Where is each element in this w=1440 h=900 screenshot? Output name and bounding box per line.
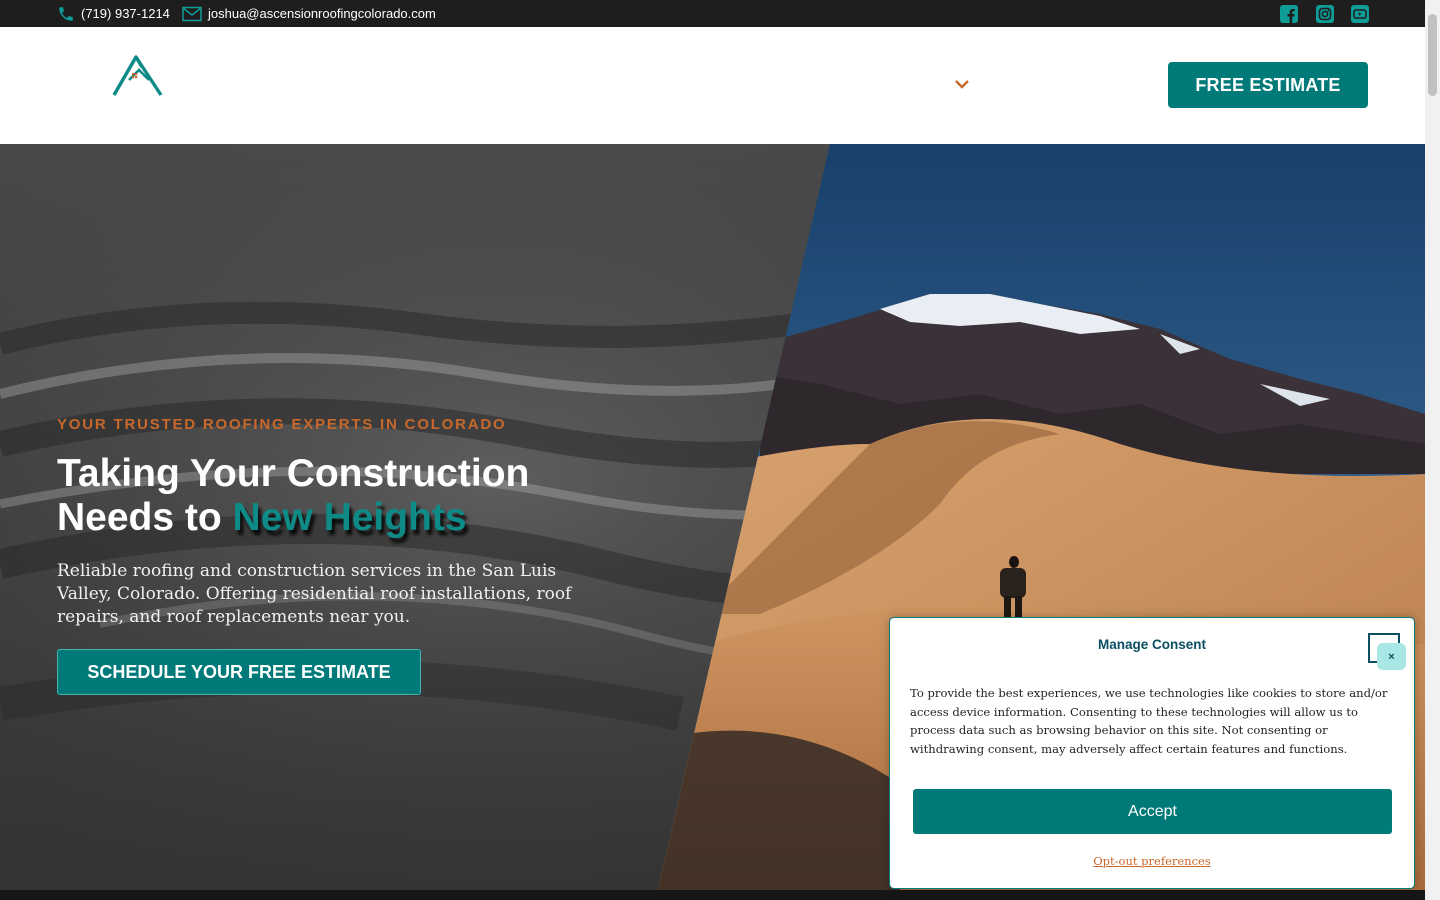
chevron-down-icon[interactable] xyxy=(953,77,971,91)
headline-line-2: Needs to xyxy=(57,496,233,539)
accept-button[interactable]: Accept xyxy=(913,789,1392,834)
page-bottom-strip xyxy=(0,890,1425,900)
hero-headline: Taking Your Construction Needs to New He… xyxy=(57,452,657,540)
email-address: joshua@ascensionroofingcolorado.com xyxy=(208,6,436,21)
instagram-icon[interactable] xyxy=(1315,4,1334,23)
close-icon[interactable]: × xyxy=(1377,643,1406,670)
top-bar: (719) 937-1214 joshua@ascensionroofingco… xyxy=(0,0,1425,27)
phone-icon xyxy=(57,5,75,23)
consent-dialog: Manage Consent × To provide the best exp… xyxy=(889,617,1415,889)
opt-out-preferences-link[interactable]: Opt-out preferences xyxy=(890,854,1414,868)
hero-eyebrow: YOUR TRUSTED ROOFING EXPERTS IN COLORADO xyxy=(57,416,507,433)
page-scrollbar[interactable] xyxy=(1425,0,1440,900)
site-header: FREE ESTIMATE xyxy=(0,27,1425,144)
close-button[interactable]: × xyxy=(1368,633,1406,670)
headline-line-1: Taking Your Construction xyxy=(57,452,530,495)
headline-accent: New Heights xyxy=(232,496,467,539)
free-estimate-button[interactable]: FREE ESTIMATE xyxy=(1168,62,1368,108)
consent-message: To provide the best experiences, we use … xyxy=(910,686,1388,756)
consent-title: Manage Consent xyxy=(1097,637,1206,652)
schedule-estimate-button[interactable]: SCHEDULE YOUR FREE ESTIMATE xyxy=(57,649,421,695)
youtube-icon[interactable] xyxy=(1350,4,1369,23)
hero-description: Reliable roofing and construction servic… xyxy=(57,561,572,627)
site-logo[interactable] xyxy=(112,53,166,99)
facebook-icon[interactable] xyxy=(1279,4,1298,23)
phone-link[interactable]: (719) 937-1214 xyxy=(57,0,170,27)
email-link[interactable]: joshua@ascensionroofingcolorado.com xyxy=(182,0,436,27)
scrollbar-thumb[interactable] xyxy=(1428,14,1437,96)
phone-number: (719) 937-1214 xyxy=(81,6,170,21)
envelope-icon xyxy=(182,6,202,22)
